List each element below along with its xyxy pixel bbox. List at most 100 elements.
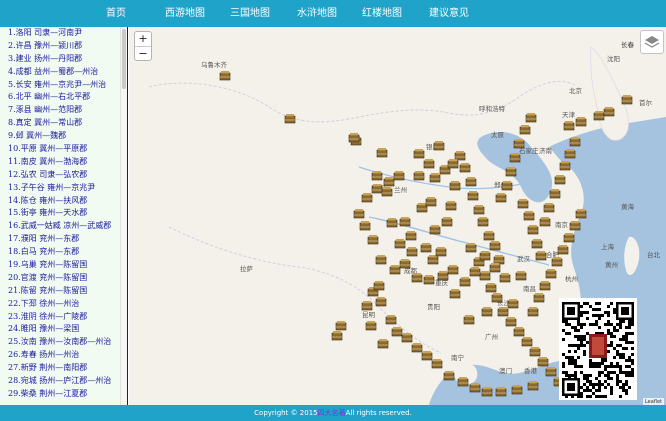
nav-home[interactable]: 首页	[106, 0, 126, 27]
book-marker-icon[interactable]	[543, 203, 555, 213]
book-marker-icon[interactable]	[491, 293, 503, 303]
book-marker-icon[interactable]	[427, 255, 439, 265]
book-marker-icon[interactable]	[371, 171, 383, 181]
book-marker-icon[interactable]	[393, 171, 405, 181]
nav-water-margin-map[interactable]: 水浒地图	[297, 0, 337, 27]
book-marker-icon[interactable]	[537, 357, 549, 367]
book-marker-icon[interactable]	[529, 347, 541, 357]
book-marker-icon[interactable]	[386, 218, 398, 228]
book-marker-icon[interactable]	[376, 148, 388, 158]
nav-three-kingdoms-map[interactable]: 三国地图	[230, 0, 270, 27]
book-marker-icon[interactable]	[539, 281, 551, 291]
book-marker-icon[interactable]	[435, 247, 447, 257]
book-marker-icon[interactable]	[463, 315, 475, 325]
book-marker-icon[interactable]	[405, 231, 417, 241]
book-marker-icon[interactable]	[517, 199, 529, 209]
book-marker-icon[interactable]	[406, 247, 418, 257]
sidebar-item[interactable]: 12.弘农 司隶—弘农郡	[8, 169, 120, 182]
book-marker-icon[interactable]	[469, 383, 481, 393]
book-marker-icon[interactable]	[557, 245, 569, 255]
book-marker-icon[interactable]	[467, 191, 479, 201]
book-marker-icon[interactable]	[394, 239, 406, 249]
book-marker-icon[interactable]	[389, 265, 401, 275]
sidebar-item[interactable]: 3.建业 扬州—丹阳郡	[8, 53, 120, 66]
book-marker-icon[interactable]	[443, 371, 455, 381]
book-marker-icon[interactable]	[375, 297, 387, 307]
book-marker-icon[interactable]	[423, 159, 435, 169]
book-marker-icon[interactable]	[569, 137, 581, 147]
book-marker-icon[interactable]	[554, 175, 566, 185]
book-marker-icon[interactable]	[603, 107, 615, 117]
sidebar-item[interactable]: 26.寿春 扬州—州治	[8, 349, 120, 362]
book-marker-icon[interactable]	[401, 333, 413, 343]
book-marker-icon[interactable]	[441, 217, 453, 227]
book-marker-icon[interactable]	[381, 187, 393, 197]
sidebar-item[interactable]: 16.武威一姑臧 凉州—武威郡	[8, 220, 120, 233]
book-marker-icon[interactable]	[521, 337, 533, 347]
book-marker-icon[interactable]	[465, 243, 477, 253]
sidebar-item[interactable]: 5.长安 雍州—京兆尹—州治	[8, 79, 120, 92]
nav-red-mansion-map[interactable]: 红楼地图	[362, 0, 402, 27]
book-marker-icon[interactable]	[535, 251, 547, 261]
sidebar-item[interactable]: 11.南皮 冀州—渤海郡	[8, 156, 120, 169]
book-marker-icon[interactable]	[457, 377, 469, 387]
book-marker-icon[interactable]	[507, 299, 519, 309]
book-marker-icon[interactable]	[361, 193, 373, 203]
book-marker-icon[interactable]	[499, 273, 511, 283]
book-marker-icon[interactable]	[515, 271, 527, 281]
sidebar-item[interactable]: 2.许昌 豫州—颍川郡	[8, 40, 120, 53]
sidebar-item[interactable]: 6.北平 幽州—右北平郡	[8, 91, 120, 104]
book-marker-icon[interactable]	[399, 259, 411, 269]
zoom-in-button[interactable]: +	[135, 32, 151, 46]
book-marker-icon[interactable]	[331, 331, 343, 341]
sidebar-item[interactable]: 23.淮阴 徐州—广陵郡	[8, 311, 120, 324]
book-marker-icon[interactable]	[367, 235, 379, 245]
book-marker-icon[interactable]	[420, 243, 432, 253]
book-marker-icon[interactable]	[551, 257, 563, 267]
footer-brand-link[interactable]: 四大名著	[318, 409, 346, 417]
book-marker-icon[interactable]	[481, 387, 493, 397]
book-marker-icon[interactable]	[421, 351, 433, 361]
book-marker-icon[interactable]	[564, 149, 576, 159]
book-marker-icon[interactable]	[459, 277, 471, 287]
book-marker-icon[interactable]	[219, 71, 231, 81]
book-marker-icon[interactable]	[481, 307, 493, 317]
book-marker-icon[interactable]	[391, 327, 403, 337]
sidebar-item[interactable]: 7.涿县 幽州—范阳郡	[8, 104, 120, 117]
scrollbar-thumb[interactable]	[122, 29, 126, 89]
book-marker-icon[interactable]	[539, 217, 551, 227]
sidebar-item[interactable]: 15.街亭 雍州—天水郡	[8, 207, 120, 220]
book-marker-icon[interactable]	[545, 367, 557, 377]
book-marker-icon[interactable]	[563, 121, 575, 131]
book-marker-icon[interactable]	[545, 269, 557, 279]
book-marker-icon[interactable]	[375, 255, 387, 265]
sidebar-item[interactable]: 29.柴桑 荆州—江夏郡	[8, 388, 120, 401]
book-marker-icon[interactable]	[479, 251, 491, 261]
book-marker-icon[interactable]	[359, 221, 371, 231]
book-marker-icon[interactable]	[335, 321, 347, 331]
sidebar-item[interactable]: 18.白马 兖州—东郡	[8, 246, 120, 259]
book-marker-icon[interactable]	[513, 139, 525, 149]
book-marker-icon[interactable]	[465, 177, 477, 187]
sidebar-scrollbar[interactable]	[120, 27, 127, 405]
sidebar-item[interactable]: 1.洛阳 司隶—河南尹	[8, 27, 120, 40]
book-marker-icon[interactable]	[569, 221, 581, 231]
book-marker-icon[interactable]	[479, 271, 491, 281]
book-marker-icon[interactable]	[563, 233, 575, 243]
book-marker-icon[interactable]	[433, 141, 445, 151]
book-marker-icon[interactable]	[449, 289, 461, 299]
book-marker-icon[interactable]	[483, 231, 495, 241]
book-marker-icon[interactable]	[509, 153, 521, 163]
book-marker-icon[interactable]	[429, 225, 441, 235]
book-marker-icon[interactable]	[489, 263, 501, 273]
book-marker-icon[interactable]	[371, 184, 383, 194]
book-marker-icon[interactable]	[519, 125, 531, 135]
book-marker-icon[interactable]	[447, 159, 459, 169]
book-marker-icon[interactable]	[469, 267, 481, 277]
sidebar-item[interactable]: 20.官渡 兖州—陈留国	[8, 272, 120, 285]
sidebar-item[interactable]: 19.乌巢 兖州—陈留国	[8, 259, 120, 272]
sidebar-item[interactable]: 24.睢阳 豫州—梁国	[8, 323, 120, 336]
book-marker-icon[interactable]	[425, 197, 437, 207]
book-marker-icon[interactable]	[411, 343, 423, 353]
book-marker-icon[interactable]	[527, 307, 539, 317]
